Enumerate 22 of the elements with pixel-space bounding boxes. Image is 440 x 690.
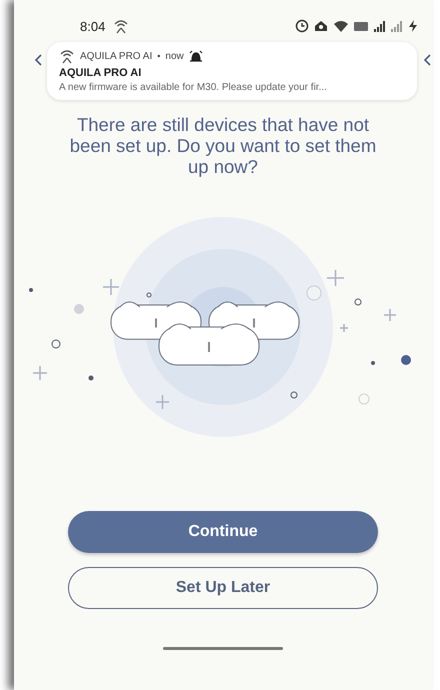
notification-card[interactable]: AQUILA PRO AI • now AQUILA PRO AI A new firmware is available for M30. Please update your fir... — [47, 42, 417, 100]
chevron-left-icon — [34, 54, 43, 66]
home-icon — [313, 19, 329, 33]
continue-button[interactable]: Continue — [68, 511, 378, 553]
chevron-left-icon — [423, 54, 432, 66]
home-indicator[interactable] — [163, 647, 283, 650]
separator-dot: • — [157, 51, 160, 61]
app-logo-icon — [113, 18, 130, 34]
signal-icon — [373, 19, 386, 33]
alarm-bell-icon — [188, 50, 203, 62]
status-time: 8:04 — [80, 18, 106, 34]
charging-icon — [407, 19, 418, 33]
notification-app: AQUILA PRO AI — [80, 50, 152, 62]
alarm-icon — [295, 19, 309, 33]
notification-title: AQUILA PRO AI — [59, 67, 142, 79]
set-up-later-button[interactable]: Set Up Later — [68, 567, 378, 609]
notification-text: A new firmware is available for M30. Please update your fir... — [59, 82, 328, 93]
app-logo-icon — [59, 48, 75, 64]
notification-time: now — [165, 50, 184, 62]
prompt-text: There are still devices that have not been set up. Do you want to set them up now? — [68, 114, 378, 177]
wifi-icon — [333, 19, 349, 33]
signal-icon — [390, 19, 403, 33]
